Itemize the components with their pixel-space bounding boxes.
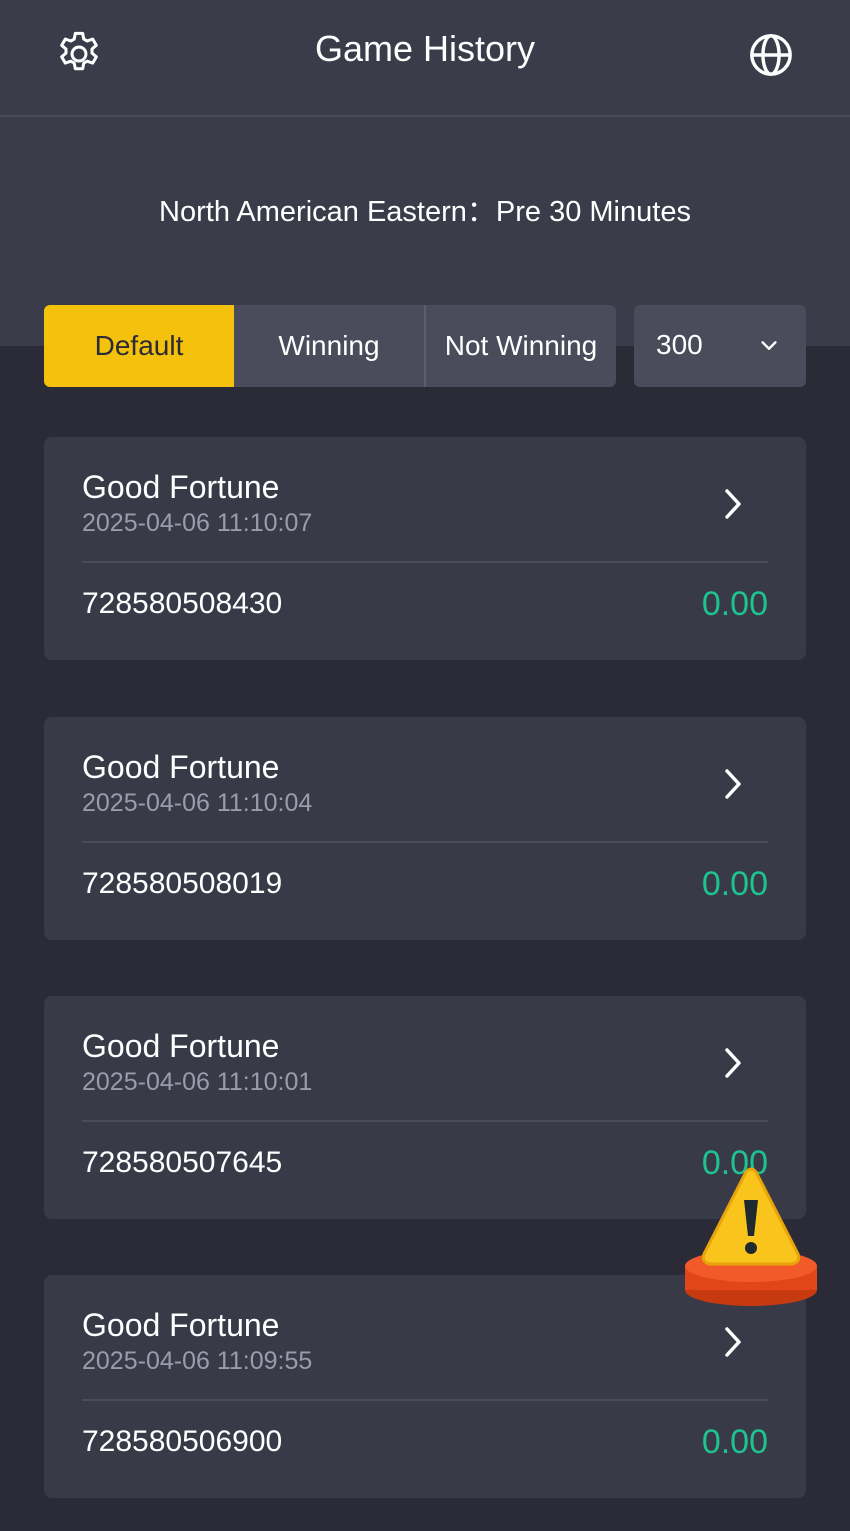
chevron-right-icon[interactable] bbox=[720, 487, 746, 521]
warning-icon[interactable] bbox=[682, 1166, 820, 1310]
page-title: Game History bbox=[314, 28, 536, 69]
game-name: Good Fortune bbox=[82, 1307, 280, 1343]
filter-tabs: Default Winning Not Winning bbox=[44, 305, 616, 387]
chevron-right-icon[interactable] bbox=[720, 1046, 746, 1080]
game-time: 2025-04-06 11:10:07 bbox=[82, 509, 313, 537]
history-card[interactable]: Good Fortune 2025-04-06 11:10:07 7285805… bbox=[44, 437, 806, 660]
timezone-label: North American Eastern：Pre 30 Minutes bbox=[159, 196, 691, 228]
card-divider bbox=[82, 561, 768, 563]
win-amount: 0.00 bbox=[701, 865, 768, 903]
chevron-right-icon[interactable] bbox=[720, 767, 746, 801]
round-id: 728580508019 bbox=[82, 867, 283, 900]
app-header: Game History bbox=[0, 0, 850, 117]
tab-not-winning[interactable]: Not Winning bbox=[426, 305, 616, 387]
round-id: 728580507645 bbox=[82, 1146, 283, 1179]
chevron-right-icon[interactable] bbox=[720, 1325, 746, 1359]
round-id: 728580506900 bbox=[82, 1425, 283, 1458]
history-card[interactable]: Good Fortune 2025-04-06 11:10:04 7285805… bbox=[44, 717, 806, 940]
game-name: Good Fortune bbox=[82, 469, 280, 505]
win-amount: 0.00 bbox=[701, 585, 768, 623]
card-divider bbox=[82, 1120, 768, 1122]
game-name: Good Fortune bbox=[82, 749, 280, 785]
record-count-value: 300 bbox=[656, 329, 703, 360]
game-time: 2025-04-06 11:09:55 bbox=[82, 1347, 313, 1375]
record-count-select[interactable]: 300 bbox=[634, 305, 806, 387]
game-name: Good Fortune bbox=[82, 1028, 280, 1064]
round-id: 728580508430 bbox=[82, 587, 283, 620]
globe-icon[interactable] bbox=[744, 28, 798, 82]
tab-winning[interactable]: Winning bbox=[234, 305, 426, 387]
win-amount: 0.00 bbox=[701, 1423, 768, 1461]
card-divider bbox=[82, 1399, 768, 1401]
tab-default[interactable]: Default bbox=[44, 305, 234, 387]
card-divider bbox=[82, 841, 768, 843]
chevron-down-icon bbox=[758, 335, 780, 357]
game-time: 2025-04-06 11:10:04 bbox=[82, 789, 313, 817]
game-time: 2025-04-06 11:10:01 bbox=[82, 1068, 313, 1096]
